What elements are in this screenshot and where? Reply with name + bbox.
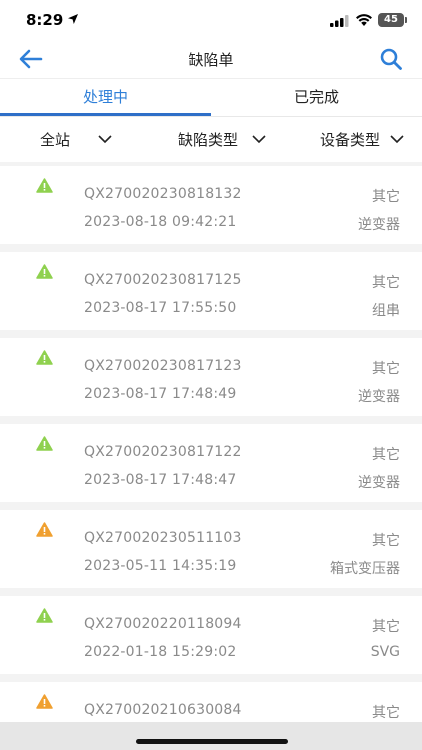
defect-time: 2023-08-17 17:55:50 [84, 300, 237, 316]
filter-bar: 全站 缺陷类型 设备类型 [0, 116, 422, 162]
search-button[interactable] [376, 46, 406, 72]
warning-icon [36, 436, 53, 451]
defect-code: QX270020230817125 [84, 272, 242, 288]
search-icon [380, 48, 402, 70]
defect-code: QX270020230817122 [84, 444, 242, 460]
defect-type: 其它 [372, 705, 400, 721]
chevron-down-icon [252, 135, 266, 144]
tab-completed[interactable]: 已完成 [211, 79, 422, 116]
defect-time: 2023-08-18 09:42:21 [84, 214, 237, 230]
chevron-down-icon [390, 135, 404, 144]
filter-device-type[interactable]: 设备类型 [283, 117, 422, 162]
list-item[interactable]: QX270020230817123 2023-08-17 17:48:49 其它逆变… [0, 338, 422, 416]
device-type: 逆变器 [358, 217, 400, 233]
warning-icon [36, 522, 53, 537]
defect-time: 2022-01-18 15:29:02 [84, 644, 237, 660]
filter-defect-type-label: 缺陷类型 [177, 131, 238, 149]
list-item[interactable]: QX270020230817122 2023-08-17 17:48:47 其它逆变… [0, 424, 422, 502]
device-type: 逆变器 [358, 475, 400, 491]
chevron-down-icon [98, 135, 112, 144]
device-type: SVG [370, 644, 400, 660]
device-type: 组串 [372, 303, 400, 319]
filter-device-type-label: 设备类型 [319, 131, 380, 149]
defect-code: QX270020210630084 [84, 702, 242, 718]
list-item[interactable]: QX270020220118094 2022-01-18 15:29:02 其它 SV… [0, 596, 422, 674]
status-bar: 8:29 45 [0, 0, 422, 40]
battery-indicator: 45 [378, 13, 407, 27]
location-arrow-icon [68, 14, 78, 24]
defect-code: QX270020230511103 [84, 530, 242, 546]
defect-type: 其它 [372, 189, 400, 205]
defect-time: 2023-05-11 14:35:19 [84, 558, 237, 574]
list-item[interactable]: QX270020230817125 2023-08-17 17:55:50 其它组串 [0, 252, 422, 330]
warning-icon [36, 694, 53, 709]
defect-time: 2023-08-17 17:48:49 [84, 386, 237, 402]
defect-type: 其它 [372, 533, 400, 549]
tab-processing[interactable]: 处理中 [0, 79, 211, 116]
filter-station[interactable]: 全站 [0, 117, 161, 162]
defect-code: QX270020220118094 [84, 616, 242, 632]
page-title: 缺陷单 [188, 51, 234, 69]
status-time: 8:29 [26, 11, 64, 29]
status-tabs: 处理中 已完成 [0, 78, 422, 116]
filter-station-label: 全站 [40, 131, 71, 149]
warning-icon [36, 264, 53, 279]
cellular-signal-icon [330, 15, 349, 27]
list-item[interactable]: QX270020230818132 2023-08-18 09:42:21 其它逆变… [0, 166, 422, 244]
warning-icon [36, 608, 53, 623]
defect-type: 其它 [372, 361, 400, 377]
defect-code: QX270020230818132 [84, 186, 242, 202]
defect-type: 其它 [372, 275, 400, 291]
defect-type: 其它 [372, 619, 400, 635]
nav-bar: 缺陷单 [0, 40, 422, 78]
device-type: 逆变器 [358, 389, 400, 405]
list-item[interactable]: QX270020230511103 2023-05-11 14:35:19 其它箱式… [0, 510, 422, 588]
warning-icon [36, 178, 53, 193]
defect-code: QX270020230817123 [84, 358, 242, 374]
filter-defect-type[interactable]: 缺陷类型 [161, 117, 282, 162]
home-indicator[interactable] [136, 739, 288, 744]
warning-icon [36, 350, 53, 365]
defect-time: 2023-08-17 17:48:47 [84, 472, 237, 488]
home-bar-area [0, 722, 422, 750]
defect-type: 其它 [372, 447, 400, 463]
device-type: 箱式变压器 [330, 561, 400, 577]
wifi-icon [356, 14, 372, 26]
